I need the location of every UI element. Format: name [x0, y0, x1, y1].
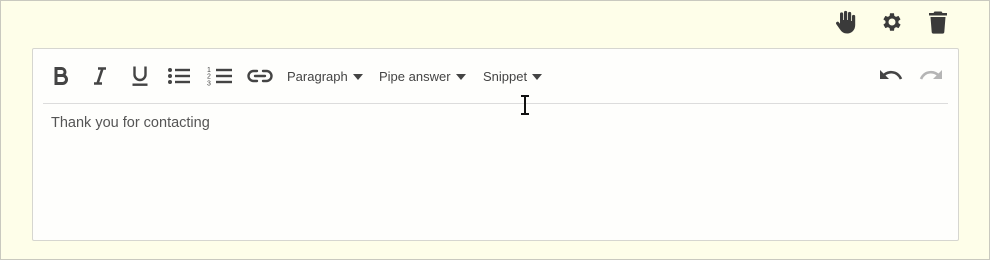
italic-button[interactable]: [90, 63, 110, 89]
snippet-dropdown[interactable]: Snippet: [483, 65, 543, 87]
settings-button[interactable]: [879, 9, 905, 35]
italic-icon: [94, 67, 106, 85]
bullet-list-icon: [168, 68, 190, 84]
underline-button[interactable]: [129, 63, 151, 89]
bold-icon: [54, 67, 68, 85]
chevron-down-icon: [352, 73, 363, 80]
undo-icon: [880, 70, 903, 80]
text-cursor-icon: [521, 95, 529, 115]
delete-button[interactable]: [925, 9, 951, 35]
numbered-list-icon: 1 2 3: [207, 67, 232, 88]
paragraph-dropdown[interactable]: Paragraph: [287, 65, 363, 87]
card-frame: 1 2 3 Paragraph Pipe answer Snippet Than…: [0, 0, 990, 260]
bold-button[interactable]: [51, 63, 71, 89]
paragraph-label: Paragraph: [287, 68, 348, 84]
numbered-list-button[interactable]: 1 2 3: [207, 63, 233, 89]
bullet-list-button[interactable]: [167, 63, 191, 89]
hand-icon: [836, 10, 856, 34]
pipe-answer-label: Pipe answer: [379, 68, 451, 84]
trash-icon: [929, 11, 947, 34]
chevron-down-icon: [455, 73, 466, 80]
hand-button[interactable]: [833, 9, 859, 35]
pipe-answer-dropdown[interactable]: Pipe answer: [379, 65, 466, 87]
editor-content[interactable]: Thank you for contacting: [51, 115, 940, 230]
editor-text: Thank you for contacting: [51, 115, 210, 131]
undo-button[interactable]: [879, 63, 905, 89]
snippet-label: Snippet: [483, 68, 528, 84]
top-actions: [833, 9, 951, 35]
chevron-down-icon: [532, 73, 543, 80]
editor-toolbar: 1 2 3 Paragraph Pipe answer Snippet: [43, 49, 948, 104]
svg-text:2: 2: [207, 74, 211, 81]
redo-button[interactable]: [917, 63, 943, 89]
rich-text-editor: 1 2 3 Paragraph Pipe answer Snippet Than…: [32, 48, 959, 241]
link-button[interactable]: [247, 63, 273, 89]
svg-text:3: 3: [207, 81, 211, 88]
link-icon: [247, 69, 273, 83]
redo-icon: [919, 70, 942, 80]
gear-icon: [883, 13, 901, 31]
underline-icon: [132, 66, 148, 86]
